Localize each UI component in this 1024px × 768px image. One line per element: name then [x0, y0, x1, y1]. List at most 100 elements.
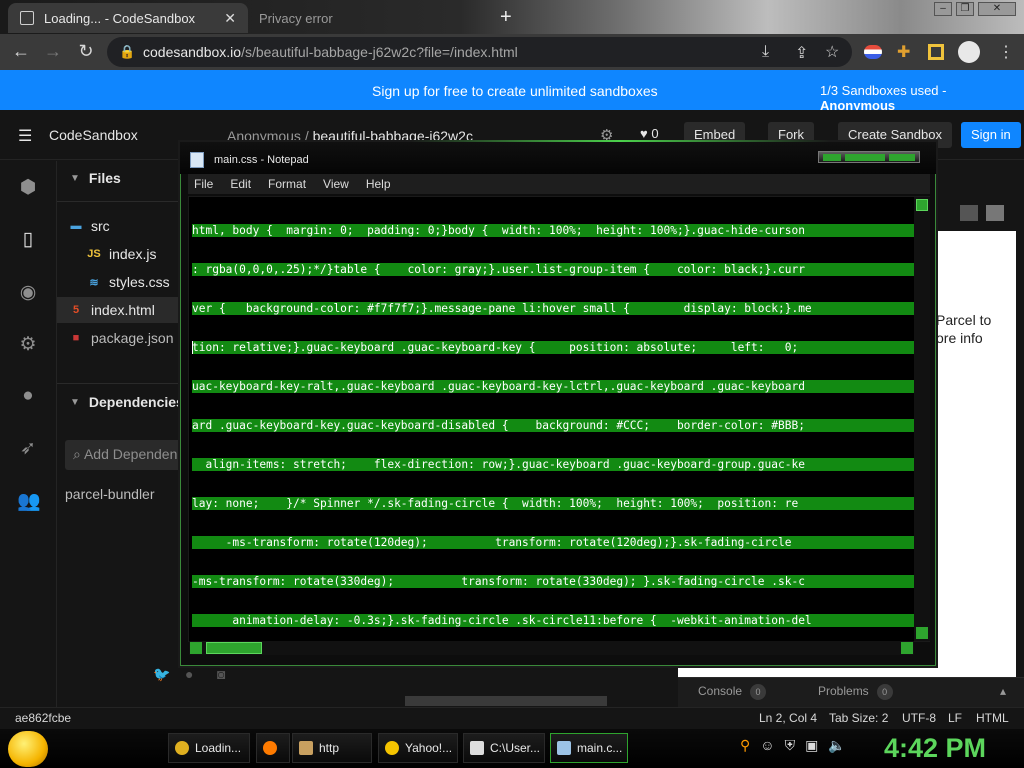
- forward-icon[interactable]: →: [42, 41, 64, 62]
- tab-codesandbox[interactable]: Loading... - CodeSandbox ✕: [8, 3, 248, 33]
- github-icon[interactable]: ●: [17, 385, 39, 407]
- sidebar-extension-icon[interactable]: [928, 44, 944, 60]
- taskbar-item-yahoo[interactable]: Yahoo!...: [378, 733, 458, 763]
- download-icon[interactable]: ⤓: [762, 43, 769, 61]
- settings-icon[interactable]: ⚙: [17, 333, 39, 355]
- editor-scrollbar[interactable]: [405, 696, 607, 706]
- tab-size[interactable]: Tab Size: 2: [829, 711, 888, 725]
- taskbar-item-cmd[interactable]: C:\User...: [463, 733, 545, 763]
- files-section-header[interactable]: ▼ Files: [57, 165, 121, 191]
- sign-in-button[interactable]: Sign in: [961, 122, 1021, 148]
- url-text[interactable]: codesandbox.io/s/beautiful-babbage-j62w2…: [143, 44, 518, 60]
- files-icon[interactable]: ▯: [17, 228, 39, 250]
- search-icon[interactable]: ◉: [17, 281, 39, 303]
- vertical-scrollbar[interactable]: [914, 197, 930, 641]
- notepad-titlebar[interactable]: main.css - Notepad: [180, 142, 936, 174]
- signup-banner: Sign up for free to create unlimited san…: [0, 70, 1024, 113]
- start-button-smiley-icon[interactable]: [8, 731, 48, 767]
- banner-text[interactable]: Sign up for free to create unlimited san…: [372, 83, 658, 99]
- menu-format[interactable]: Format: [268, 177, 306, 191]
- close-window-icon[interactable]: ✕: [978, 2, 1016, 16]
- menu-edit[interactable]: Edit: [230, 177, 251, 191]
- search-icon[interactable]: ⚲: [740, 737, 750, 754]
- folder-icon: ▬: [70, 220, 82, 232]
- network-icon[interactable]: ▣: [805, 737, 818, 754]
- text-line: tion: relative;}.guac-keyboard .guac-key…: [192, 341, 914, 354]
- security-icon[interactable]: ⛨: [785, 737, 796, 754]
- html-file-icon: 5: [72, 304, 80, 316]
- text-line: lay: none; }/* Spinner */.sk-fading-circ…: [192, 497, 914, 510]
- notepad-icon: [557, 741, 571, 755]
- address-bar[interactable]: 🔒 codesandbox.io/s/beautiful-babbage-j62…: [107, 37, 852, 67]
- js-file-icon: JS: [87, 248, 101, 260]
- puzzle-extension-icon[interactable]: ✚: [897, 42, 910, 62]
- console-tab[interactable]: Console 0: [698, 684, 767, 700]
- taskbar-item-chrome[interactable]: Loadin...: [168, 733, 250, 763]
- clock[interactable]: 4:42 PM: [884, 733, 986, 764]
- menu-view[interactable]: View: [323, 177, 349, 191]
- commit-hash: ae862fcbe: [15, 711, 72, 725]
- hamburger-menu-icon[interactable]: ☰: [18, 126, 32, 146]
- minimize-icon[interactable]: [823, 154, 841, 161]
- firefox-icon: [263, 741, 277, 755]
- notepad-window[interactable]: main.css - Notepad File Edit Format View…: [178, 140, 938, 668]
- profile-avatar-icon[interactable]: [958, 41, 980, 63]
- encoding[interactable]: UTF-8: [902, 711, 936, 725]
- kebab-menu-icon[interactable]: ⋮: [998, 42, 1014, 62]
- scroll-thumb[interactable]: [206, 642, 262, 654]
- rocket-icon[interactable]: ➶: [17, 437, 39, 459]
- preview-split-icon[interactable]: [986, 205, 1004, 221]
- line-ending[interactable]: LF: [948, 711, 962, 725]
- share-icon[interactable]: ⇪: [795, 43, 808, 63]
- bookmark-star-icon[interactable]: ☆: [825, 42, 839, 62]
- flag-extension-icon[interactable]: [864, 45, 882, 59]
- window-controls[interactable]: [818, 151, 920, 163]
- scroll-up-icon[interactable]: [916, 199, 928, 211]
- sandbox-usage: 1/3 Sandboxes used - Anonymous: [820, 83, 947, 113]
- menu-file[interactable]: File: [194, 177, 213, 191]
- cursor-position[interactable]: Ln 2, Col 4: [759, 711, 817, 725]
- maximize-icon[interactable]: [845, 154, 885, 161]
- reload-icon[interactable]: ↻: [75, 41, 97, 62]
- discord-icon[interactable]: ◙: [217, 666, 225, 682]
- lock-icon[interactable]: 🔒: [119, 44, 135, 60]
- github-icon[interactable]: ●: [185, 666, 193, 682]
- twitter-icon[interactable]: 🐦: [153, 666, 170, 683]
- taskbar-item-http[interactable]: http: [292, 733, 372, 763]
- back-icon[interactable]: ←: [10, 41, 32, 62]
- selected-text[interactable]: html, body { margin: 0; padding: 0;}body…: [192, 198, 914, 653]
- taskbar-item-notepad[interactable]: main.c...: [550, 733, 628, 763]
- collapse-icon[interactable]: ▴: [1000, 684, 1006, 698]
- close-icon[interactable]: ✕: [224, 10, 236, 27]
- text-line: -ms-transform: rotate(120deg); transform…: [192, 536, 914, 549]
- horizontal-scrollbar[interactable]: [189, 641, 914, 655]
- text-line: align-items: stretch; flex-direction: ro…: [192, 458, 914, 471]
- volume-icon[interactable]: 🔈: [828, 737, 845, 754]
- notepad-text-area[interactable]: html, body { margin: 0; padding: 0;}body…: [188, 196, 930, 655]
- folder-src[interactable]: ▬ src: [69, 213, 110, 239]
- emoji-icon[interactable]: ☺: [760, 737, 774, 754]
- minimize-icon[interactable]: –: [934, 2, 952, 16]
- language-mode[interactable]: HTML: [976, 711, 1009, 725]
- preview-window-icon[interactable]: [960, 205, 978, 221]
- cube-icon[interactable]: ⬢: [17, 176, 39, 198]
- close-icon[interactable]: [889, 154, 915, 161]
- dependency-item[interactable]: parcel-bundler: [65, 486, 155, 502]
- tab-privacy-error[interactable]: Privacy error: [250, 3, 490, 33]
- taskbar-item-firefox[interactable]: [256, 733, 290, 763]
- scroll-left-icon[interactable]: [190, 642, 202, 654]
- taskbar: Loadin... http Yahoo!... C:\User... main…: [0, 729, 1024, 768]
- npm-file-icon: ■: [72, 332, 80, 344]
- scroll-right-icon[interactable]: [901, 642, 913, 654]
- menu-help[interactable]: Help: [366, 177, 391, 191]
- file-index-js[interactable]: JS index.js: [87, 241, 156, 267]
- like-button[interactable]: ♥ 0: [640, 126, 659, 141]
- file-styles-css[interactable]: ≋ styles.css: [87, 269, 169, 295]
- users-icon[interactable]: 👥: [17, 489, 41, 512]
- scroll-down-icon[interactable]: [916, 627, 928, 639]
- problems-tab[interactable]: Problems 0: [818, 684, 893, 700]
- maximize-icon[interactable]: ❐: [956, 2, 974, 16]
- new-tab-button[interactable]: +: [500, 6, 512, 29]
- file-package-json[interactable]: ■ package.json: [69, 325, 174, 351]
- dependencies-section-header[interactable]: ▼ Dependencies: [57, 389, 184, 415]
